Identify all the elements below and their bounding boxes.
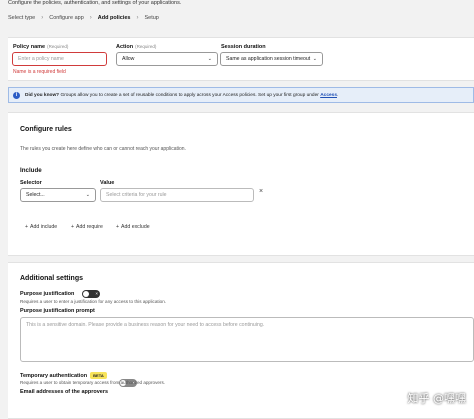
plus-icon: + — [116, 224, 120, 230]
temporary-auth-label: Temporary authentication BETA — [20, 372, 107, 379]
access-link[interactable]: Access — [320, 93, 337, 98]
breadcrumb: Select type › Configure app › Add polici… — [8, 15, 159, 21]
action-select[interactable]: Allow ⌄ — [116, 52, 218, 66]
close-icon: × — [95, 290, 98, 296]
chevron-down-icon: ⌄ — [312, 56, 317, 62]
value-label: Value — [100, 180, 115, 186]
rule-value-input[interactable]: Select criteria for your rule — [100, 188, 254, 202]
breadcrumb-setup: Setup — [144, 15, 159, 21]
purpose-justification-toggle[interactable]: × — [82, 290, 100, 298]
approvers-email-label: Email addresses of the approvers — [20, 389, 109, 395]
info-banner: i Did you know? Groups allow you to crea… — [8, 87, 474, 103]
configure-rules-description: The rules you create here define who can… — [20, 146, 186, 152]
chevron-down-icon: ⌄ — [85, 192, 90, 198]
add-include-button[interactable]: + Add include — [25, 224, 57, 230]
chevron-right-icon: › — [89, 15, 92, 21]
action-label: Action (Required) — [116, 44, 157, 50]
additional-settings-card: Additional settings Purpose justificatio… — [8, 262, 474, 419]
temporary-auth-description: Requires a user to obtain temporary acce… — [20, 380, 166, 385]
policy-name-label: Policy name (Required) — [13, 44, 69, 50]
watermark: 知乎 @嘿嘿 — [407, 392, 467, 405]
configure-rules-title: Configure rules — [20, 126, 72, 133]
chevron-right-icon: › — [41, 15, 44, 21]
plus-icon: + — [25, 224, 29, 230]
beta-badge: BETA — [90, 372, 107, 379]
purpose-prompt-textarea[interactable]: This is a sensitive domain. Please provi… — [20, 317, 474, 362]
policy-card: Policy name (Required) Enter a policy nam… — [8, 37, 474, 81]
policy-name-error: Name is a required field — [13, 69, 66, 75]
page-description: Configure the policies, authentication, … — [8, 0, 182, 6]
chevron-down-icon: ⌄ — [207, 56, 212, 62]
breadcrumb-configure-app[interactable]: Configure app — [49, 15, 84, 21]
session-duration-select[interactable]: Same as application session timeout ⌄ — [220, 52, 323, 66]
selector-select[interactable]: Select... ⌄ — [20, 188, 96, 202]
breadcrumb-select-type[interactable]: Select type — [8, 15, 35, 21]
toggle-knob — [83, 291, 89, 297]
selector-label: Selector — [20, 180, 42, 186]
policy-name-input[interactable]: Enter a policy name — [12, 52, 107, 66]
configure-rules-card: Configure rules The rules you create her… — [8, 112, 474, 256]
chevron-right-icon: › — [136, 15, 139, 21]
info-icon: i — [13, 91, 20, 99]
add-require-button[interactable]: + Add require — [71, 224, 103, 230]
purpose-justification-label: Purpose justification — [20, 291, 75, 297]
purpose-justification-description: Requires a user to enter a justification… — [20, 299, 167, 304]
add-exclude-button[interactable]: + Add exclude — [116, 224, 150, 230]
purpose-prompt-label: Purpose justification prompt — [20, 308, 95, 314]
include-title: Include — [20, 167, 42, 174]
additional-settings-title: Additional settings — [20, 275, 83, 282]
remove-rule-icon[interactable]: × — [259, 188, 263, 195]
plus-icon: + — [71, 224, 75, 230]
breadcrumb-add-policies: Add policies — [97, 15, 131, 21]
session-duration-label: Session duration — [221, 44, 266, 50]
